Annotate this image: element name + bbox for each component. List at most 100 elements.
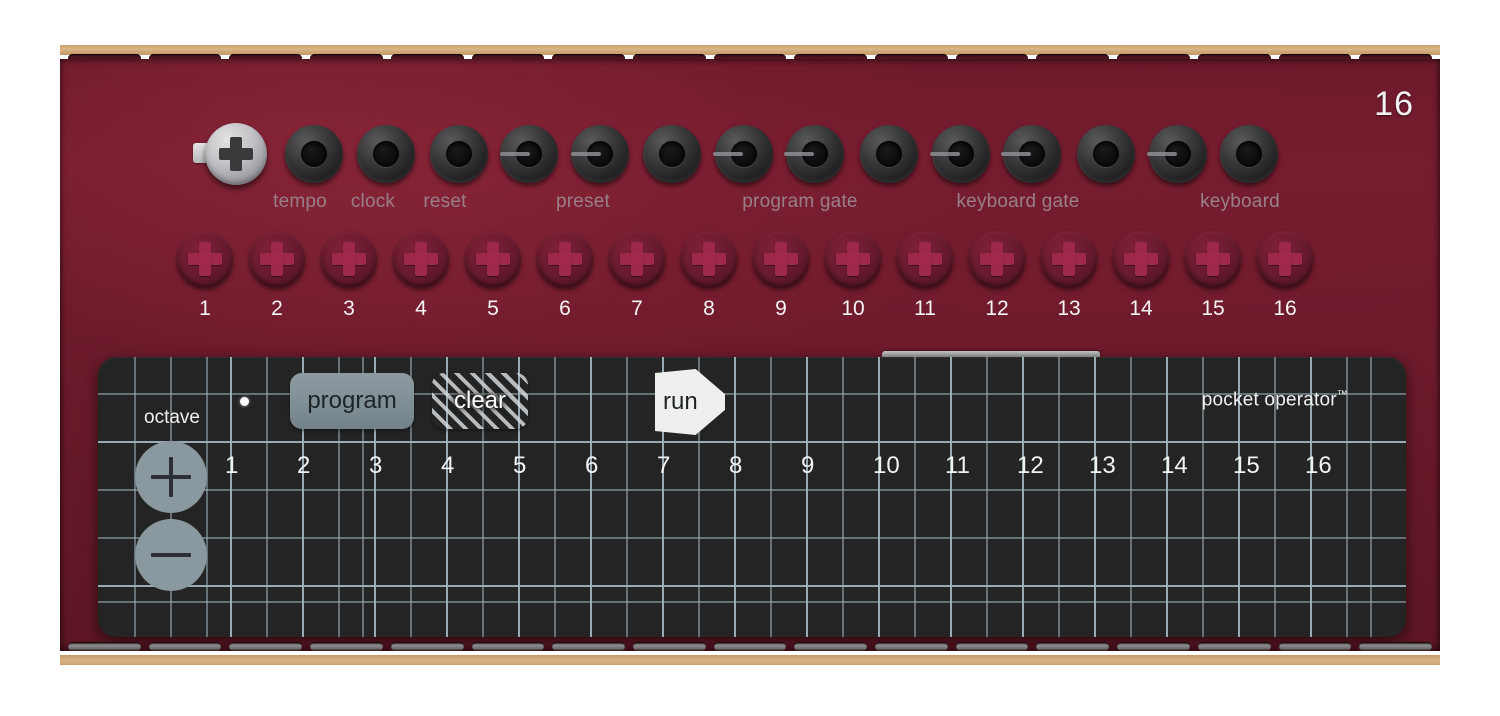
sequencer-step-number[interactable]: 9	[801, 452, 814, 480]
step-knob-number: 13	[1057, 297, 1081, 320]
clear-button-label: clear	[453, 387, 507, 414]
clear-button[interactable]: clear	[432, 373, 528, 429]
grid-line-vertical	[1130, 357, 1132, 637]
jack-group-label: keyboard gate	[956, 191, 1080, 212]
control-panel: octave program clear run pocket operator…	[98, 357, 1406, 637]
step-knob[interactable]	[897, 231, 953, 287]
sequencer-step-number[interactable]: 10	[873, 452, 900, 480]
vent-slot	[1117, 642, 1190, 651]
program-button[interactable]: program	[290, 373, 414, 429]
vent-slot	[794, 642, 868, 651]
knob-cross-icon	[836, 242, 870, 276]
sequencer-step-number[interactable]: 8	[729, 452, 742, 480]
sequencer-step-number[interactable]: 2	[297, 452, 310, 480]
tempo-knob[interactable]	[193, 123, 267, 185]
sequencer-step-number[interactable]: 6	[585, 452, 598, 480]
grid-line-vertical	[1022, 357, 1024, 637]
knob-cross-icon	[188, 242, 222, 276]
vent-slot	[713, 642, 787, 651]
step-knob[interactable]	[1257, 231, 1313, 287]
grid-line-vertical	[914, 357, 916, 637]
grid-line-vertical	[806, 357, 808, 637]
knob-cross-icon	[404, 242, 438, 276]
jack-link-line	[1147, 152, 1177, 156]
vent-slot	[390, 642, 464, 651]
jack-socket[interactable]	[285, 125, 343, 183]
jack-socket[interactable]	[643, 125, 701, 183]
jack-link-line	[713, 152, 743, 156]
sequencer-step-number[interactable]: 14	[1161, 452, 1188, 480]
step-knob[interactable]	[969, 231, 1025, 287]
step-knob-number: 4	[415, 297, 427, 320]
step-knob-number: 3	[343, 297, 355, 320]
sequencer-step-number[interactable]: 15	[1233, 452, 1260, 480]
jack-link-line	[500, 152, 530, 156]
octave-up-button[interactable]	[135, 441, 207, 513]
sequencer-step-number[interactable]: 16	[1305, 452, 1332, 480]
tempo-knob-screw-icon	[219, 137, 253, 171]
sequencer-step-number[interactable]: 5	[513, 452, 526, 480]
grid-line-vertical	[626, 357, 628, 637]
knob-cross-icon	[980, 242, 1014, 276]
knob-cross-icon	[260, 242, 294, 276]
brand-label: pocket operator™	[1202, 389, 1348, 411]
grid-line-vertical	[842, 357, 844, 637]
sequencer-step-number[interactable]: 12	[1017, 452, 1044, 480]
step-knob[interactable]	[177, 231, 233, 287]
brand-name: pocket operator	[1201, 389, 1337, 411]
step-knob[interactable]	[321, 231, 377, 287]
jack-socket[interactable]	[357, 125, 415, 183]
grid-line-vertical	[950, 357, 952, 637]
vent-slot	[68, 642, 141, 651]
octave-down-button[interactable]	[135, 519, 207, 591]
knob-cross-icon	[1196, 242, 1230, 276]
step-knob[interactable]	[681, 231, 737, 287]
run-button-label: run	[663, 388, 698, 415]
grid-line-vertical	[134, 357, 136, 637]
sequencer-step-number[interactable]: 4	[441, 452, 454, 480]
step-knob-number: 11	[914, 297, 936, 320]
sequencer-step-number[interactable]: 3	[369, 452, 382, 480]
step-knob-row	[60, 231, 1440, 293]
sequencer-step-number[interactable]: 1	[225, 452, 238, 480]
step-knob[interactable]	[1113, 231, 1169, 287]
octave-label: octave	[144, 407, 200, 428]
sequencer-step-number[interactable]: 7	[657, 452, 670, 480]
grid-line-vertical	[1094, 357, 1096, 637]
grid-line-vertical	[206, 357, 208, 637]
grid-line-vertical	[554, 357, 556, 637]
jack-socket[interactable]	[1077, 125, 1135, 183]
jack-socket[interactable]	[1220, 125, 1278, 183]
step-knob[interactable]	[393, 231, 449, 287]
vent-slot	[310, 642, 383, 651]
bottom-wood-rail	[60, 655, 1440, 665]
step-knob[interactable]	[1041, 231, 1097, 287]
step-knob[interactable]	[249, 231, 305, 287]
jack-socket[interactable]	[860, 125, 918, 183]
step-knob[interactable]	[1185, 231, 1241, 287]
grid-line-vertical	[1058, 357, 1060, 637]
step-knob[interactable]	[753, 231, 809, 287]
sequencer-step-number[interactable]: 11	[945, 452, 970, 480]
step-knob-number: 9	[775, 297, 787, 320]
step-knob-number: 5	[487, 297, 499, 320]
grid-line-horizontal	[98, 537, 1406, 539]
vent-slot	[632, 642, 706, 651]
jack-socket[interactable]	[430, 125, 488, 183]
vent-slot	[471, 642, 545, 651]
grid-line-horizontal	[98, 441, 1406, 443]
step-knob[interactable]	[609, 231, 665, 287]
knob-cross-icon	[692, 242, 726, 276]
step-knob-number: 12	[985, 297, 1009, 320]
run-button[interactable]: run	[655, 369, 725, 435]
jack-link-line	[930, 152, 960, 156]
minus-icon	[151, 553, 191, 557]
step-knob[interactable]	[465, 231, 521, 287]
vent-slot	[875, 642, 948, 651]
step-knob-number: 16	[1273, 297, 1297, 320]
knob-cross-icon	[332, 242, 366, 276]
step-knob[interactable]	[537, 231, 593, 287]
sequencer-step-number[interactable]: 13	[1089, 452, 1116, 480]
step-knob[interactable]	[825, 231, 881, 287]
model-number: 16	[1374, 85, 1414, 123]
